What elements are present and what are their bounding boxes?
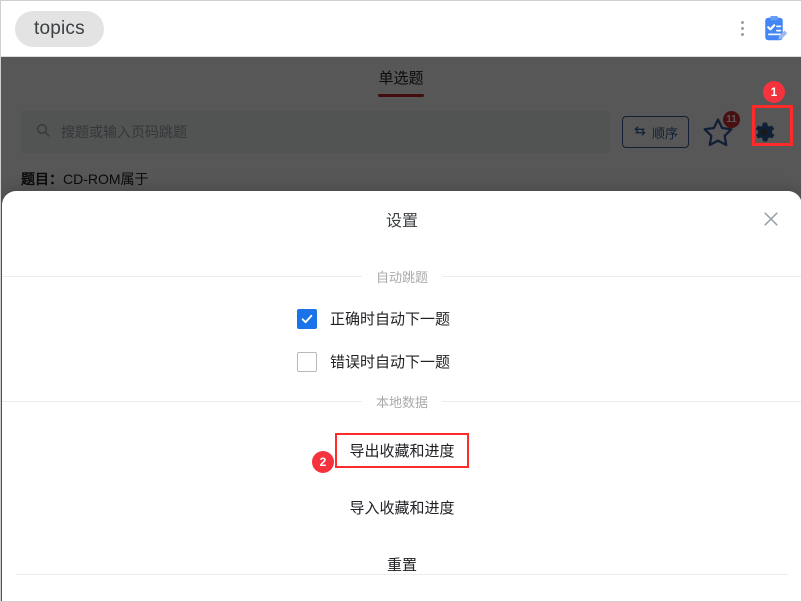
settings-modal: 设置 自动跳题 正确时自动下一题 错误时自动下一题 本地数据 导出收藏和进度 导… [2, 191, 801, 601]
action-row-export: 导出收藏和进度 [2, 433, 801, 468]
checkbox-wrong-auto-next[interactable] [297, 351, 317, 372]
export-favorites-button[interactable]: 导出收藏和进度 [335, 433, 469, 468]
reset-button[interactable]: 重置 [373, 547, 431, 582]
section-header-local-data: 本地数据 [2, 392, 801, 411]
modal-footer-divider [16, 574, 788, 575]
close-icon[interactable] [758, 206, 784, 232]
action-row-import: 导入收藏和进度 [2, 490, 801, 525]
modal-title: 设置 [385, 213, 418, 230]
checkbox-correct-auto-next[interactable] [297, 308, 317, 329]
clipboard-checklist-icon[interactable] [759, 14, 789, 44]
section-header-auto-jump: 自动跳题 [2, 267, 801, 286]
divider-right [442, 401, 801, 402]
option-row-wrong-auto-next[interactable]: 错误时自动下一题 [2, 351, 801, 372]
section-label-auto-jump: 自动跳题 [376, 270, 429, 285]
option-row-correct-auto-next[interactable]: 正确时自动下一题 [2, 308, 801, 329]
topbar-actions [733, 14, 789, 44]
divider-right [442, 276, 801, 277]
section-label-local-data: 本地数据 [376, 395, 429, 410]
browser-topbar: topics [1, 1, 801, 57]
divider-left [2, 401, 362, 402]
option-label-wrong-auto-next: 错误时自动下一题 [330, 354, 451, 371]
modal-header: 设置 [2, 191, 801, 247]
action-row-reset: 重置 [2, 547, 801, 582]
annotation-marker-1: 1 [763, 81, 785, 103]
kebab-menu-icon[interactable] [733, 16, 751, 42]
app-window: topics 单选题 [0, 0, 802, 602]
check-icon [301, 314, 313, 323]
divider-left [2, 276, 362, 277]
option-label-correct-auto-next: 正确时自动下一题 [330, 311, 451, 328]
annotation-marker-2: 2 [312, 451, 334, 473]
import-favorites-button[interactable]: 导入收藏和进度 [335, 490, 468, 525]
browser-tab-topics[interactable]: topics [15, 10, 104, 47]
